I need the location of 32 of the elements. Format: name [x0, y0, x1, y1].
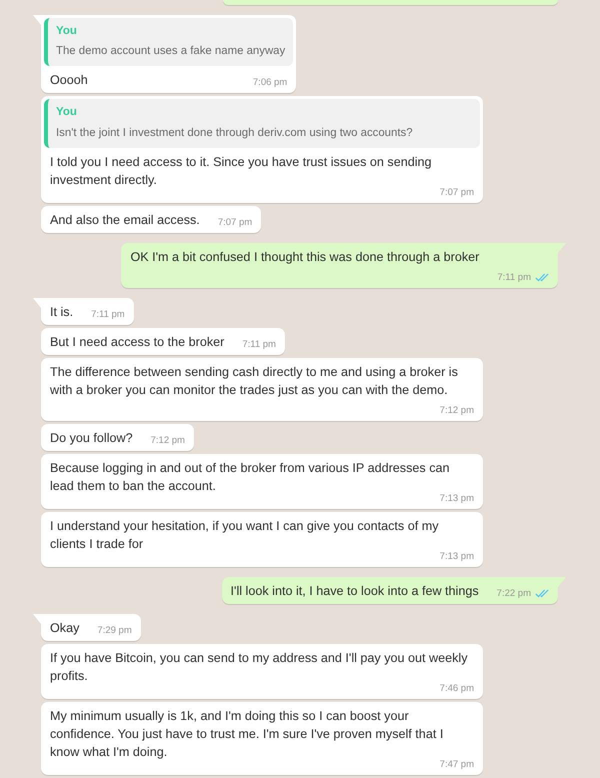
- message-time: 7:47 pm: [440, 758, 474, 771]
- quote-author: You: [56, 24, 78, 39]
- message-text: And also the email access.: [50, 212, 200, 229]
- message-text: I told you I need access to it. Since you have trust issues on sending investment directly.: [50, 154, 433, 189]
- message-text: My minimum usually is 1k, and I'm doing this so I can boost your confidence. You just have to trust me. I'm sure I've proven myself that I know what I'm doing.: [50, 708, 444, 760]
- message-text: But I need access to the broker: [50, 334, 224, 351]
- message-text: I'll look into it, I have to look into a few things: [230, 582, 479, 600]
- message-time: 7:12 pm: [150, 434, 185, 447]
- message-time: 7:22 pm: [496, 588, 531, 600]
- message-time: 7:11 pm: [91, 308, 125, 321]
- quote-text: Isn't the joint I investment done through deriv.com using two accounts?: [56, 126, 414, 141]
- message-text: The difference between sending cash directly to me and using a broker is with a broker you can monitor the trades just as you can with the demo.: [50, 364, 459, 399]
- message-time: 7:12 pm: [440, 404, 474, 417]
- message-time: 7:13 pm: [440, 550, 474, 563]
- message-text: If you have Bitcoin, you can send to my address and I'll pay you out weekly profits.: [50, 650, 469, 684]
- message-time: 7:13 pm: [440, 492, 474, 505]
- message-text: It is.: [50, 304, 74, 321]
- message-text: OK I'm a bit confused I thought this was done through a broker: [130, 248, 480, 266]
- message-time: 7:07 pm: [218, 216, 252, 229]
- message-text: Do you follow?: [50, 430, 133, 447]
- message-time: 7:11 pm: [497, 272, 531, 284]
- message-time: 7:11 pm: [242, 338, 276, 351]
- message-time: 7:46 pm: [440, 682, 474, 695]
- message-text: I understand your hesitation, if you want I can give you contacts of my clients I trade for: [50, 518, 440, 553]
- message-time: 7:06 pm: [252, 77, 288, 90]
- message-text: Okay: [50, 620, 80, 637]
- message-time: 7:29 pm: [97, 624, 132, 637]
- message-time: 7:07 pm: [440, 186, 474, 199]
- quote-text: The demo account uses a fake name anyway: [56, 44, 286, 60]
- message-text: Because logging in and out of the broker from various IP addresses can lead them to ban the account.: [50, 460, 451, 494]
- quote-author: You: [56, 105, 78, 120]
- message-text: Ooooh: [50, 72, 88, 90]
